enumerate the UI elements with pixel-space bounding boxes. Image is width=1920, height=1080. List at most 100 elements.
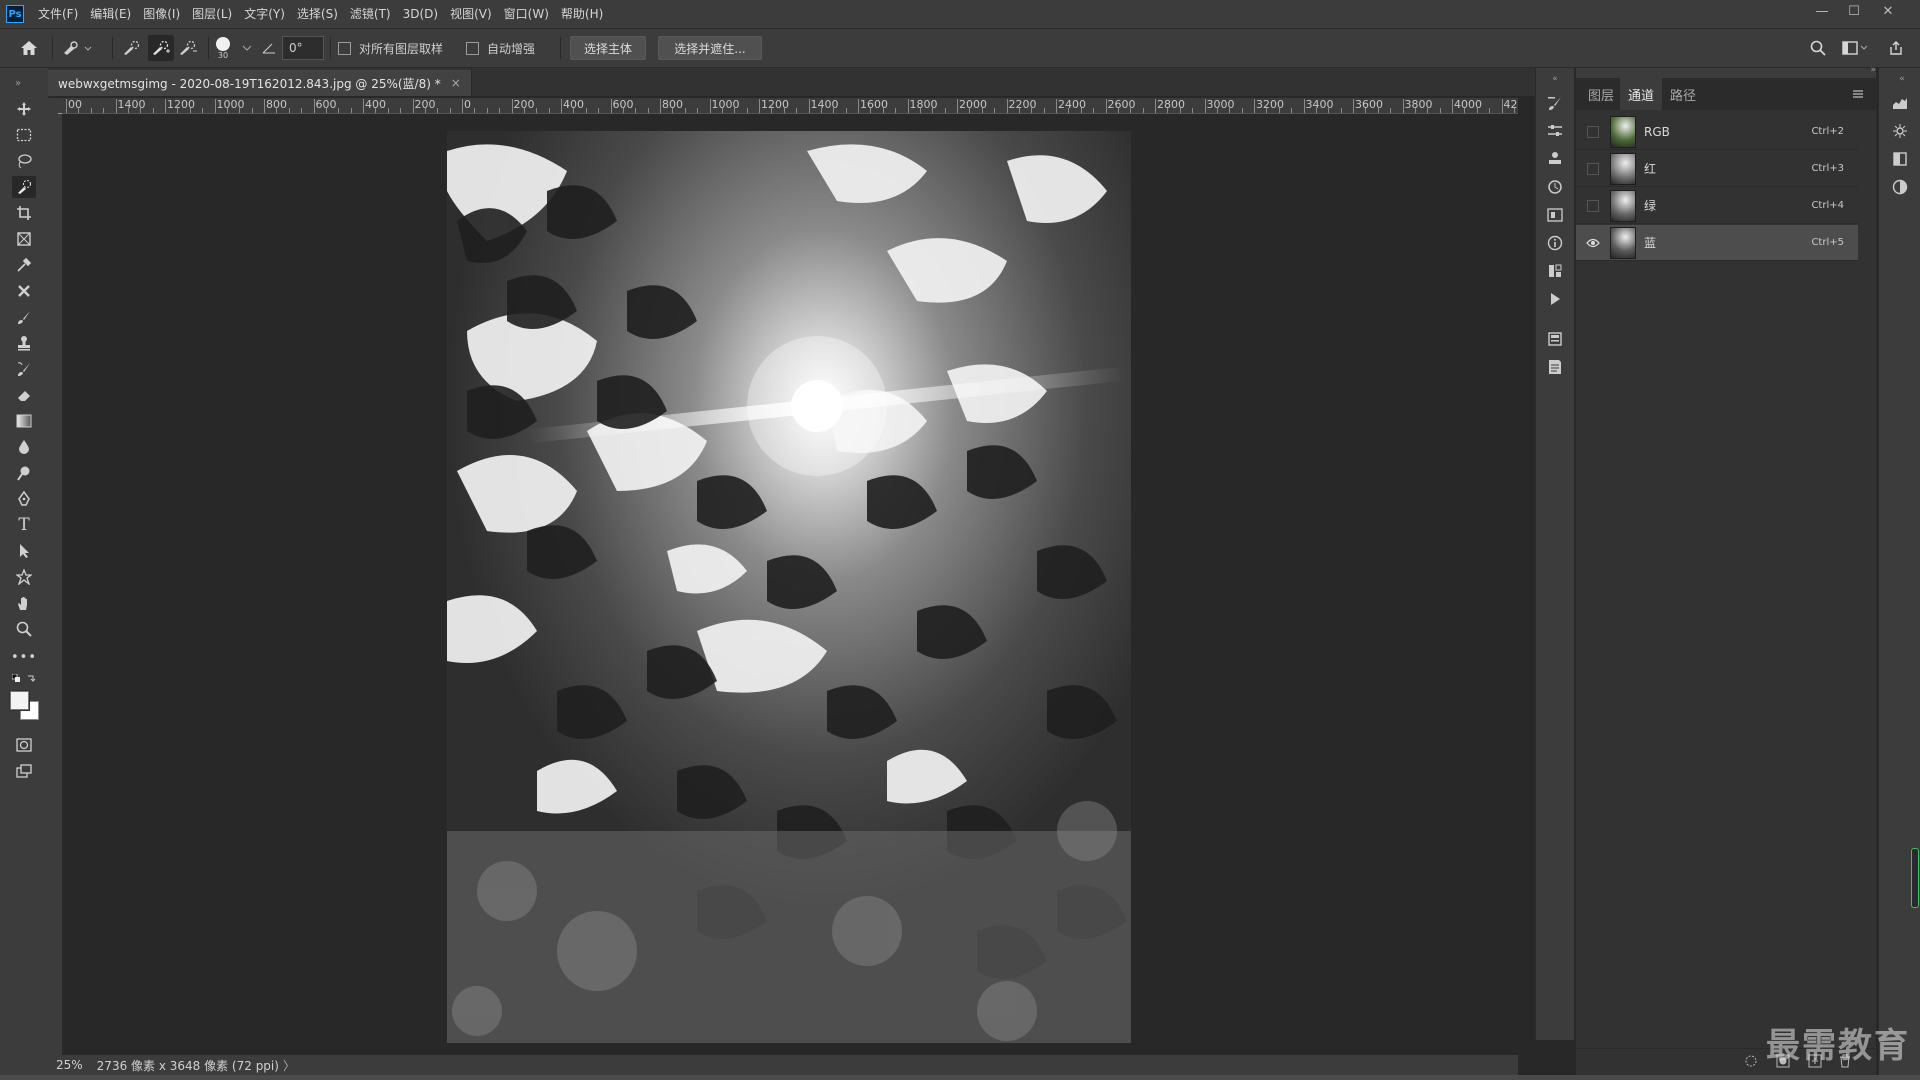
clone-source-icon[interactable]: [1546, 150, 1564, 168]
dodge-tool-icon[interactable]: [12, 462, 36, 484]
histogram-icon[interactable]: [1891, 94, 1909, 112]
ruler-minor-tick: [932, 108, 934, 113]
brush-tool-icon[interactable]: [12, 306, 36, 328]
gradient-tool-icon[interactable]: [12, 410, 36, 432]
menu-view[interactable]: 视图(V): [444, 0, 498, 28]
tab-layers[interactable]: 图层: [1582, 78, 1620, 110]
minimize-button[interactable]: —: [1806, 0, 1838, 22]
search-icon[interactable]: [1810, 29, 1826, 67]
add-to-selection-brush-icon[interactable]: [148, 35, 174, 61]
close-tab-icon[interactable]: ×: [451, 76, 461, 90]
quick-selection-tool-icon[interactable]: [12, 176, 36, 198]
eraser-tool-icon[interactable]: [12, 384, 36, 406]
actions-play-icon[interactable]: [1546, 290, 1564, 308]
menu-image[interactable]: 图像(I): [137, 0, 186, 28]
clone-stamp-tool-icon[interactable]: [12, 332, 36, 354]
collapse-arrows-icon[interactable]: «: [1546, 70, 1564, 88]
panel-menu-icon[interactable]: [1852, 78, 1864, 110]
ruler-minor-tick: [585, 108, 587, 113]
collapse-arrows-icon[interactable]: »: [1870, 65, 1876, 75]
channel-row[interactable]: 红 Ctrl+3: [1576, 151, 1858, 187]
default-colors-icon[interactable]: [12, 672, 36, 686]
brush-settings-icon[interactable]: [1546, 94, 1564, 112]
channel-row[interactable]: RGB Ctrl+2: [1576, 114, 1858, 150]
channel-thumbnail: [1610, 115, 1636, 148]
screen-mode-icon[interactable]: [12, 760, 36, 782]
color-panel-icon[interactable]: [1891, 178, 1909, 196]
menu-help[interactable]: 帮助(H): [555, 0, 609, 28]
pen-tool-icon[interactable]: [12, 488, 36, 510]
sample-all-layers-checkbox[interactable]: 对所有图层取样: [338, 29, 443, 67]
menu-select[interactable]: 选择(S): [291, 0, 344, 28]
select-and-mask-button[interactable]: 选择并遮住...: [658, 36, 762, 60]
document-tab[interactable]: webwxgetmsgimg - 2020-08-19T162012.843.j…: [48, 70, 472, 96]
angle-input[interactable]: 0°: [282, 36, 324, 60]
type-tool-icon[interactable]: T: [12, 514, 36, 536]
panel-scrollbar[interactable]: [1911, 848, 1919, 908]
quick-mask-icon[interactable]: [12, 734, 36, 756]
checkbox-box[interactable]: [466, 41, 479, 55]
more-tools-icon[interactable]: •••: [11, 646, 36, 668]
new-selection-brush-icon[interactable]: [122, 29, 142, 67]
visibility-toggle[interactable]: [1584, 197, 1602, 215]
load-channel-as-selection-icon[interactable]: [1744, 1054, 1758, 1071]
menu-edit[interactable]: 编辑(E): [84, 0, 137, 28]
properties-icon[interactable]: [1546, 330, 1564, 348]
history-brush-tool-icon[interactable]: [12, 358, 36, 380]
chevron-down-icon[interactable]: [242, 29, 252, 67]
healing-brush-tool-icon[interactable]: [12, 280, 36, 302]
menu-3d[interactable]: 3D(D): [397, 0, 444, 28]
status-menu-arrow-icon[interactable]: 〉: [283, 1057, 295, 1074]
eyedropper-tool-icon[interactable]: [12, 254, 36, 276]
navigator-icon[interactable]: [1891, 122, 1909, 140]
blur-tool-icon[interactable]: [12, 436, 36, 458]
menu-window[interactable]: 窗口(W): [498, 0, 555, 28]
notes-icon[interactable]: [1546, 358, 1564, 376]
vertical-ruler[interactable]: [48, 113, 63, 1055]
maximize-button[interactable]: ☐: [1838, 0, 1870, 22]
visibility-toggle[interactable]: [1584, 160, 1602, 178]
checkbox-box[interactable]: [338, 41, 351, 55]
menu-type[interactable]: 文字(Y): [238, 0, 291, 28]
frame-tool-icon[interactable]: [12, 228, 36, 250]
shape-tool-icon[interactable]: [12, 566, 36, 588]
move-tool-icon[interactable]: [12, 98, 36, 120]
adjustments-icon[interactable]: [1546, 122, 1564, 140]
menu-layer[interactable]: 图层(L): [186, 0, 238, 28]
libraries-icon[interactable]: [1546, 262, 1564, 280]
channel-row[interactable]: 蓝 Ctrl+5: [1576, 225, 1858, 261]
path-selection-tool-icon[interactable]: [12, 540, 36, 562]
document-image[interactable]: [447, 131, 1131, 1043]
info-icon[interactable]: [1546, 234, 1564, 252]
tool-preset-picker-icon[interactable]: [62, 29, 92, 67]
visibility-toggle[interactable]: [1584, 123, 1602, 141]
foreground-color-swatch[interactable]: [10, 691, 29, 710]
hand-tool-icon[interactable]: [12, 592, 36, 614]
crop-tool-icon[interactable]: [12, 202, 36, 224]
zoom-level[interactable]: 25%: [56, 1058, 83, 1072]
menu-filter[interactable]: 滤镜(T): [344, 0, 397, 28]
glyphs-icon[interactable]: [1546, 206, 1564, 224]
zoom-tool-icon[interactable]: [12, 618, 36, 640]
tab-channels[interactable]: 通道: [1620, 78, 1663, 110]
tab-paths[interactable]: 路径: [1664, 78, 1702, 110]
channel-row[interactable]: 绿 Ctrl+4: [1576, 188, 1858, 224]
share-icon[interactable]: [1888, 29, 1904, 67]
auto-enhance-checkbox[interactable]: 自动增强: [466, 29, 535, 67]
marquee-tool-icon[interactable]: [12, 124, 36, 146]
close-window-button[interactable]: ✕: [1872, 0, 1904, 22]
brush-size-picker[interactable]: 30: [216, 29, 230, 67]
visibility-eye-icon[interactable]: [1584, 234, 1602, 252]
menu-file[interactable]: 文件(F): [32, 0, 84, 28]
workspace-icon[interactable]: [1842, 29, 1868, 67]
color-swatches[interactable]: [8, 688, 39, 722]
history-icon[interactable]: [1546, 178, 1564, 196]
select-subject-button[interactable]: 选择主体: [570, 36, 646, 60]
lasso-tool-icon[interactable]: [12, 150, 36, 172]
collapse-arrows-icon[interactable]: »: [6, 72, 30, 94]
collapse-arrows-icon[interactable]: «: [1893, 70, 1911, 88]
home-icon[interactable]: [20, 29, 38, 67]
horizontal-ruler[interactable]: 00 1400 1200 1000 800 600 400 200 0 200 400 600 800 1…: [62, 98, 1518, 114]
subtract-selection-brush-icon[interactable]: [178, 29, 198, 67]
swatches-panel-icon[interactable]: [1891, 150, 1909, 168]
